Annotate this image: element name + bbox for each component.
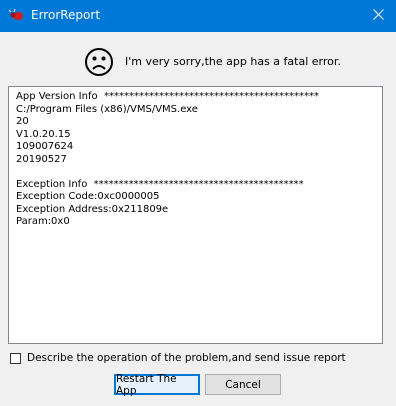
restart-button[interactable]: Restart The App [114,373,200,397]
report-line: C:/Program Files (x86)/VMS/VMS.exe [16,103,198,115]
send-report-checkbox[interactable] [10,352,21,364]
bug-icon [8,8,25,22]
title-bar: ErrorReport [0,0,396,32]
report-line: Exception Address:0x211809e [16,203,169,215]
report-line: V1.0.20.15 [16,128,71,140]
report-line: App Version Info ***********************… [16,91,319,102]
report-line: Exception Code:0xc0000005 [16,191,160,202]
report-line: 109007624 [16,141,74,152]
close-button[interactable] [360,0,396,32]
report-line: 20190527 [16,153,67,165]
report-line [16,166,375,179]
report-line: Exception Info *************************… [16,178,304,190]
error-message: I'm very sorry,the app has a fatal error… [125,55,341,68]
send-report-option[interactable]: Describe the operation of the problem,an… [10,351,346,365]
send-report-label: Describe the operation of the problem,an… [27,352,346,364]
cancel-button[interactable]: Cancel [205,374,281,395]
window-title: ErrorReport [31,8,101,22]
sad-face-icon [84,47,114,77]
report-line: 20 [16,116,29,127]
close-icon [372,9,384,23]
report-text-area[interactable]: App Version Info ***********************… [8,86,383,344]
report-line: Param:0x0 [16,216,70,227]
